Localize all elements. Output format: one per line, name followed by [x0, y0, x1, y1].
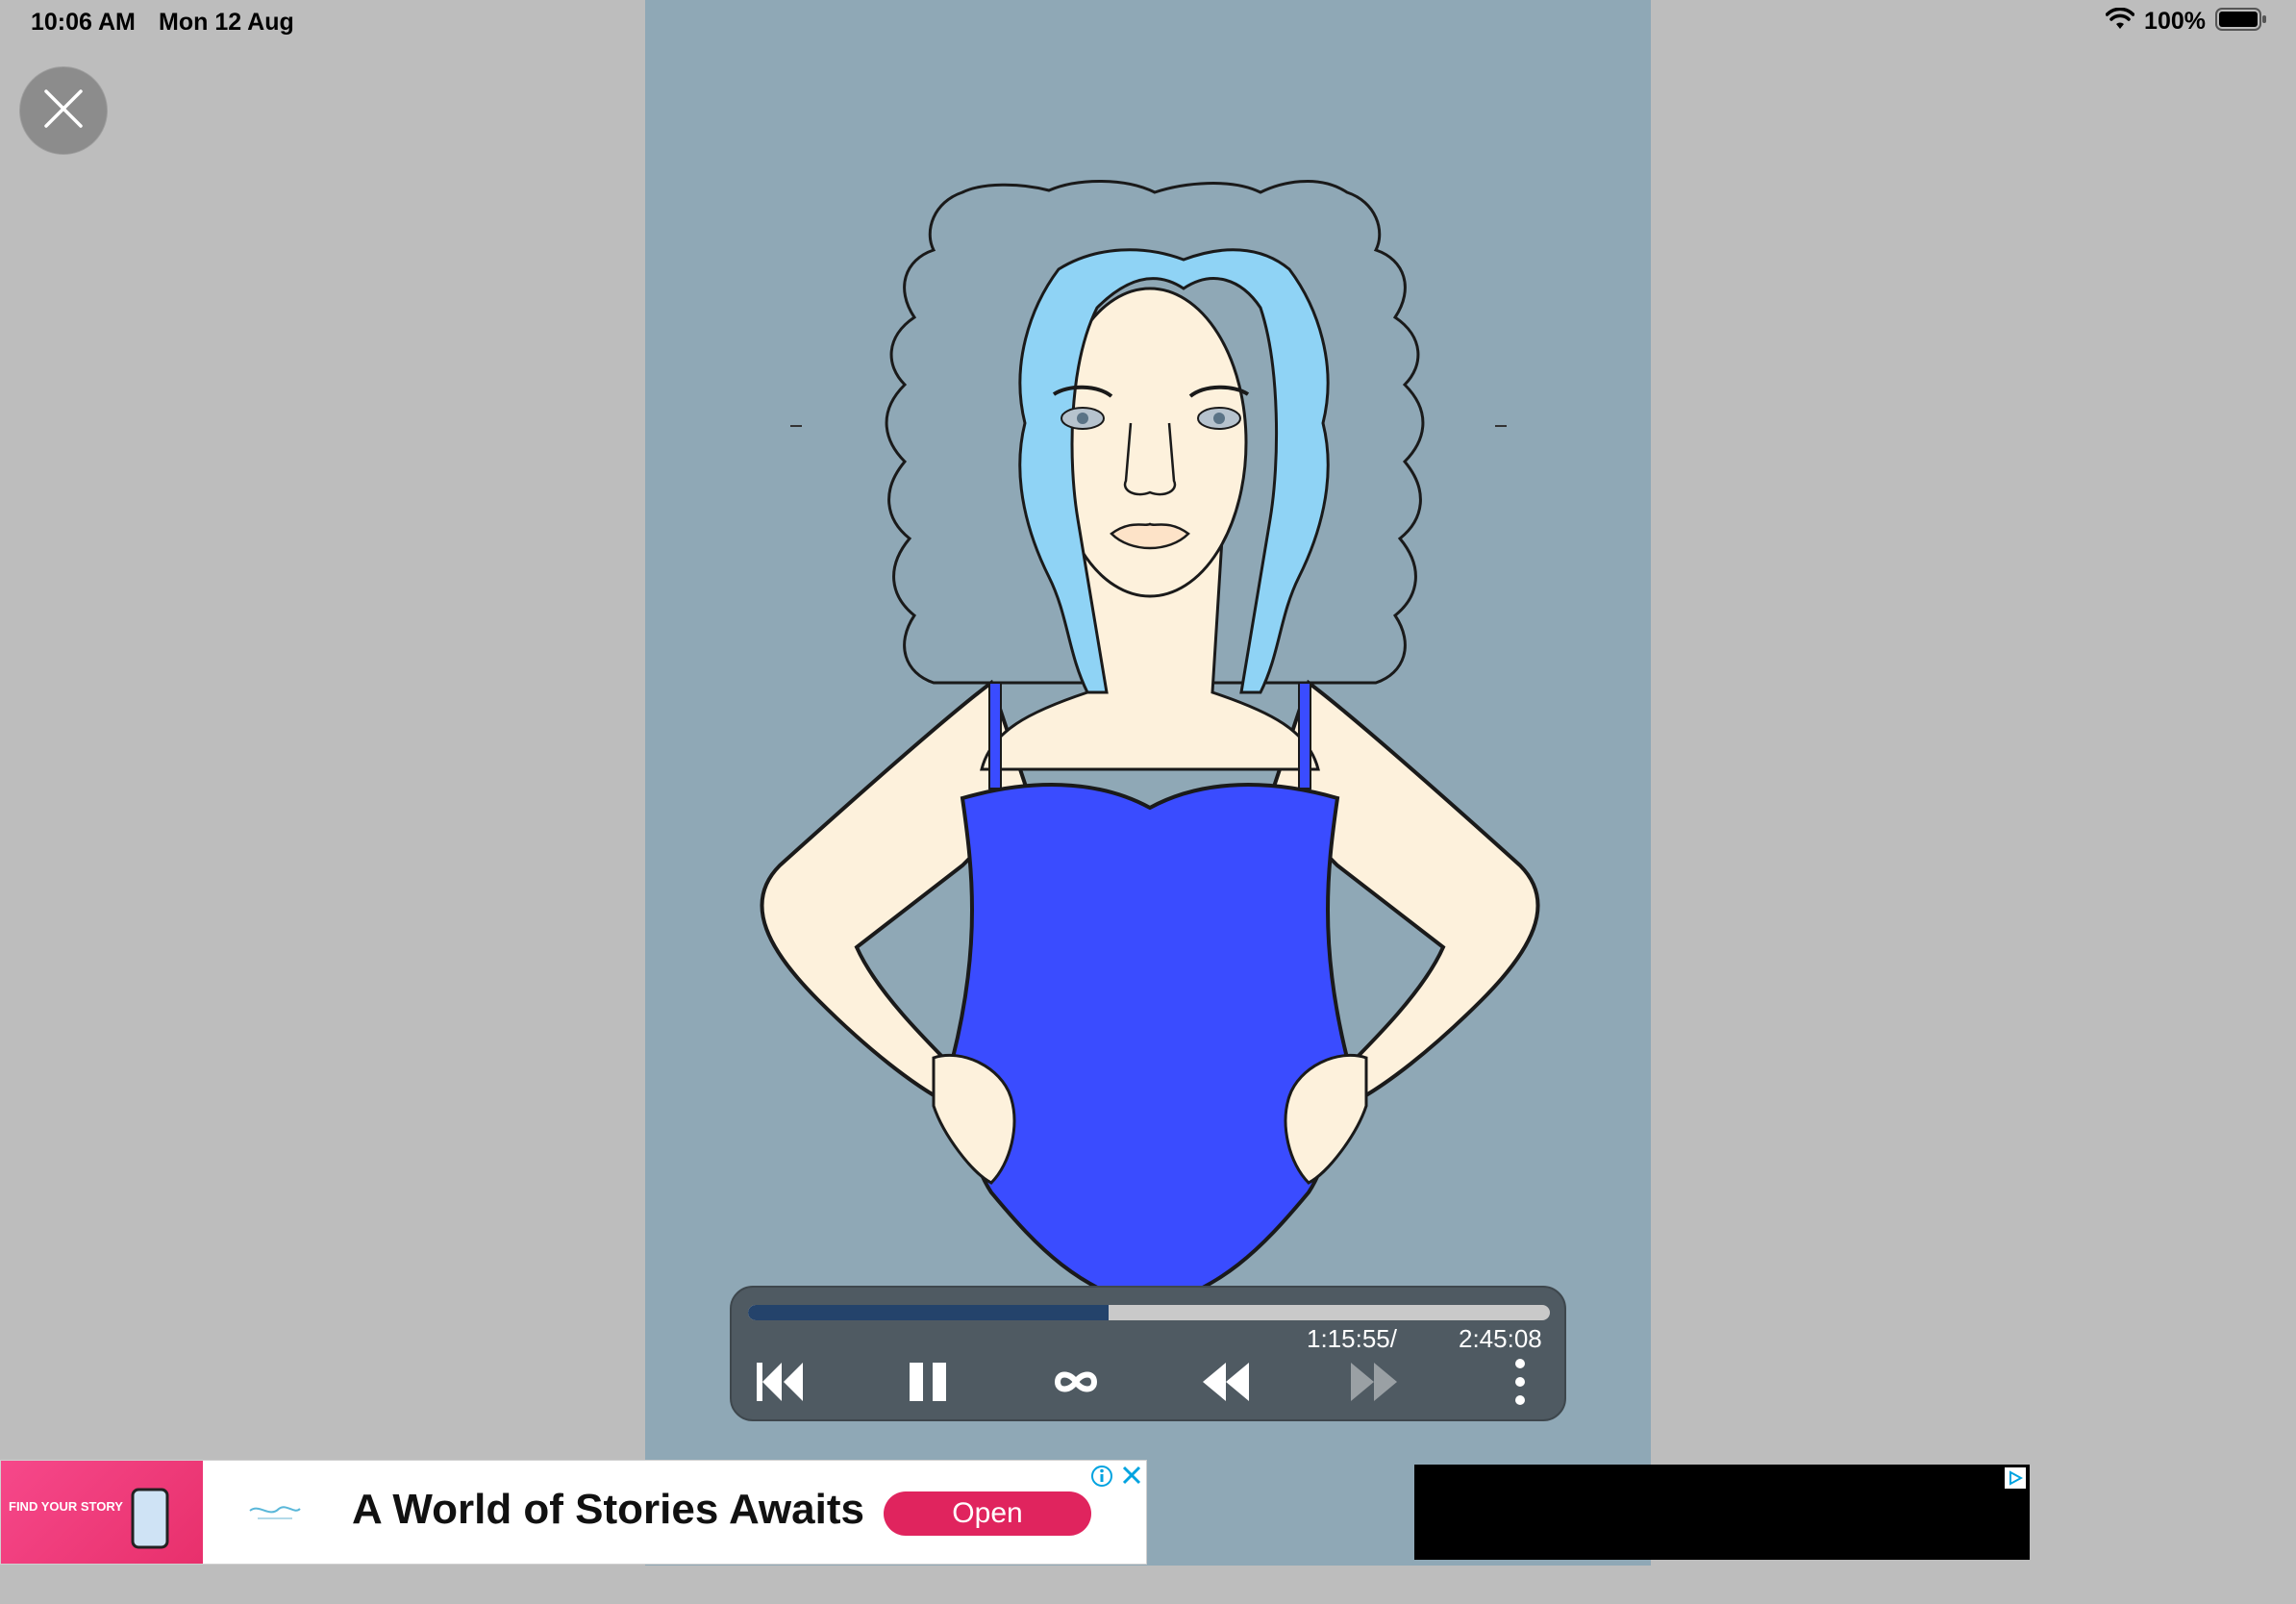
status-indicators: 100%	[2105, 7, 2267, 36]
fast-forward-button[interactable]	[1345, 1355, 1403, 1413]
ad-banner[interactable]: FIND YOUR STORY A World of Stories Await…	[0, 1460, 1147, 1565]
status-time: 10:06 AM	[31, 9, 136, 36]
close-button[interactable]	[19, 66, 108, 155]
ad-info-icon[interactable]	[1090, 1465, 1113, 1492]
loop-button[interactable]	[1047, 1355, 1105, 1413]
current-time: 1:15:55/	[1307, 1324, 1397, 1353]
ad-thumbnail: FIND YOUR STORY	[1, 1461, 203, 1564]
battery-icon	[2215, 8, 2267, 36]
ad-thumb-text: FIND YOUR STORY	[9, 1499, 123, 1514]
close-icon	[42, 88, 85, 135]
total-time: 2:45:08	[1459, 1324, 1542, 1353]
loop-icon	[1054, 1367, 1098, 1401]
skip-to-start-button[interactable]	[751, 1355, 809, 1413]
playback-controls: 1:15:55/ 2:45:08	[730, 1286, 1566, 1421]
status-date: Mon 12 Aug	[159, 9, 294, 36]
pause-icon	[906, 1360, 950, 1409]
more-vertical-icon	[1513, 1358, 1527, 1411]
more-options-button[interactable]	[1491, 1355, 1549, 1413]
ad-brand-logo	[246, 1499, 304, 1522]
pause-button[interactable]	[899, 1355, 957, 1413]
ad-placeholder[interactable]	[1414, 1465, 2030, 1560]
progress-bar[interactable]	[748, 1305, 1550, 1320]
ad-open-button[interactable]: Open	[884, 1491, 1091, 1536]
adchoices-icon[interactable]	[2005, 1467, 2026, 1489]
wifi-icon	[2105, 7, 2135, 36]
ad-close-icon[interactable]	[1120, 1464, 1143, 1491]
ad-headline: A World of Stories Awaits	[352, 1486, 864, 1533]
phone-icon	[131, 1488, 169, 1554]
battery-percent: 100%	[2144, 8, 2206, 35]
screen: 10:06 AM Mon 12 Aug 100% 1:15:55/ 2:45:0…	[0, 0, 2296, 1604]
fast-forward-icon	[1349, 1360, 1399, 1409]
progress-fill	[748, 1305, 1110, 1320]
rewind-icon	[1201, 1360, 1251, 1409]
rewind-button[interactable]	[1197, 1355, 1255, 1413]
skip-to-start-icon	[755, 1360, 805, 1409]
